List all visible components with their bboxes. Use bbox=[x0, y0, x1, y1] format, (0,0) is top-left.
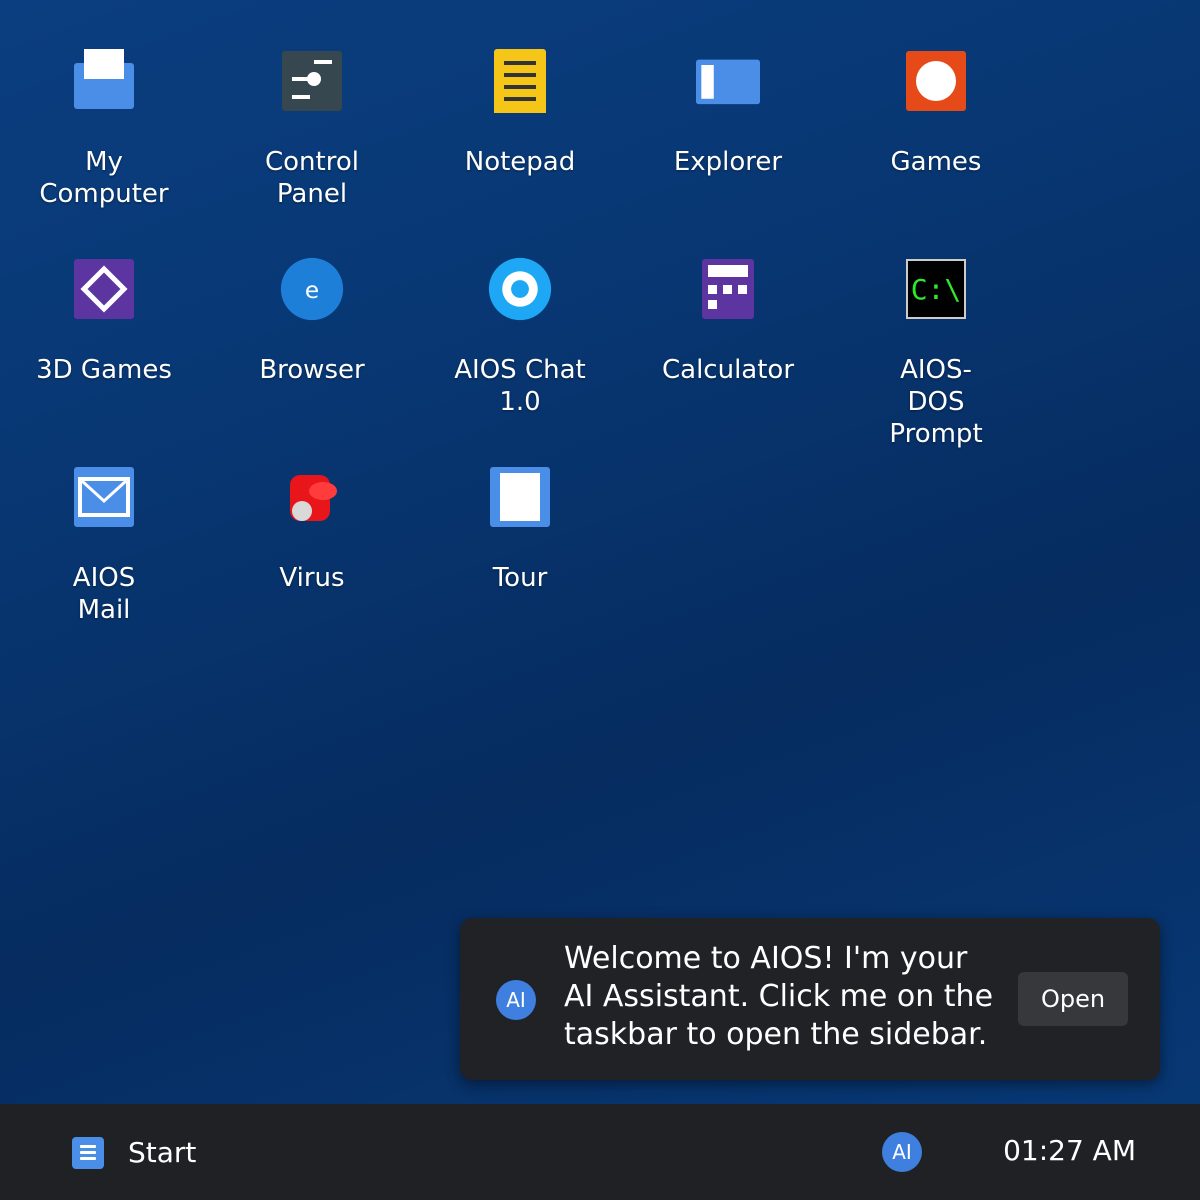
calculator-icon bbox=[696, 257, 760, 321]
ai-assistant-icon: AI bbox=[496, 980, 536, 1020]
svg-text:e: e bbox=[305, 278, 319, 304]
chat-ring-icon bbox=[488, 257, 552, 321]
desktop-icon-explorer[interactable]: Explorer bbox=[628, 0, 828, 178]
start-menu-icon bbox=[72, 1136, 104, 1169]
desktop-icon-aios-mail[interactable]: AIOS Mail bbox=[4, 416, 204, 626]
icon-label: Notepad bbox=[464, 147, 576, 177]
desktop-icon-my-computer[interactable]: My Computer bbox=[4, 0, 204, 210]
icon-label: Explorer bbox=[673, 147, 783, 177]
terminal-prompt-text: C:\ bbox=[910, 272, 962, 306]
icon-label: My Computer bbox=[39, 147, 169, 209]
virus-icon bbox=[280, 465, 344, 529]
icon-label: 3D Games bbox=[36, 355, 172, 385]
assistant-notification[interactable]: AI Welcome to AIOS! I'm your AI Assistan… bbox=[460, 918, 1160, 1080]
icon-label: Control Panel bbox=[265, 147, 359, 209]
desktop-icon-tour[interactable]: Tour bbox=[420, 416, 620, 594]
diamond-icon bbox=[72, 257, 136, 321]
window-panel-icon bbox=[696, 49, 760, 113]
browser-e-icon: e bbox=[280, 257, 344, 321]
icon-label: Calculator bbox=[661, 355, 795, 385]
start-button[interactable]: Start bbox=[72, 1136, 196, 1169]
desktop-icon-virus[interactable]: Virus bbox=[212, 416, 412, 594]
desktop-icon-games[interactable]: Games bbox=[836, 0, 1036, 178]
open-button[interactable]: Open bbox=[1018, 972, 1128, 1026]
desktop-icon-control-panel[interactable]: Control Panel bbox=[212, 0, 412, 210]
mail-icon bbox=[72, 465, 136, 529]
terminal-icon: C:\ bbox=[904, 257, 968, 321]
taskbar-clock: 01:27 AM bbox=[1003, 1134, 1136, 1167]
document-icon bbox=[488, 465, 552, 529]
folder-icon bbox=[72, 49, 136, 113]
record-dot-icon bbox=[904, 49, 968, 113]
taskbar: Start AI 01:27 AM bbox=[0, 1104, 1200, 1200]
desktop-icon-aios-dos-prompt[interactable]: C:\ AIOS-DOS Prompt bbox=[836, 208, 1036, 450]
desktop-icon-calculator[interactable]: Calculator bbox=[628, 208, 828, 386]
icon-label: Virus bbox=[279, 563, 345, 593]
desktop-icon-browser[interactable]: e Browser bbox=[212, 208, 412, 386]
settings-sliders-icon bbox=[280, 49, 344, 113]
icon-label: Tour bbox=[492, 563, 548, 593]
icon-label: Games bbox=[890, 147, 982, 177]
icon-label: Browser bbox=[259, 355, 365, 385]
notepad-icon bbox=[488, 49, 552, 113]
icon-label: AIOS Mail bbox=[72, 563, 136, 625]
ai-assistant-taskbar-button[interactable]: AI bbox=[882, 1132, 922, 1172]
start-label: Start bbox=[128, 1136, 197, 1169]
icon-label: AIOS Chat 1.0 bbox=[454, 355, 586, 417]
notification-message: Welcome to AIOS! I'm your AI Assistant. … bbox=[564, 941, 994, 1052]
icon-label: AIOS-DOS Prompt bbox=[889, 355, 983, 449]
desktop-icon-aios-chat[interactable]: AIOS Chat 1.0 bbox=[420, 208, 620, 418]
desktop-icon-3d-games[interactable]: 3D Games bbox=[4, 208, 204, 386]
desktop-icon-notepad[interactable]: Notepad bbox=[420, 0, 620, 178]
